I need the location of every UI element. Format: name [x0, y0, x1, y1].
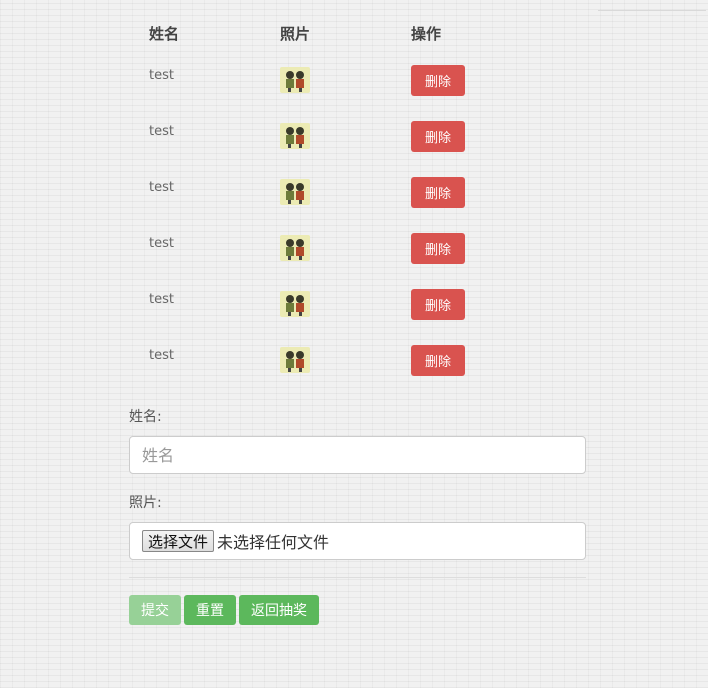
delete-button[interactable]: 删除	[411, 64, 465, 96]
name-label: 姓名:	[129, 409, 162, 425]
name-input[interactable]	[129, 436, 586, 474]
choose-file-button[interactable]: 选择文件	[142, 530, 215, 552]
photo-thumbnail	[280, 123, 310, 149]
photo-thumbnail	[280, 235, 310, 261]
header-action: 操作	[411, 24, 442, 43]
header-photo: 照片	[280, 24, 311, 43]
table-row: test 删除	[129, 164, 491, 220]
photo-thumbnail	[280, 291, 310, 317]
photo-thumbnail	[280, 179, 310, 205]
table-row: test 删除	[129, 220, 491, 276]
back-to-lottery-button[interactable]: 返回抽奖	[239, 595, 319, 625]
delete-button[interactable]: 删除	[411, 288, 465, 320]
delete-button[interactable]: 删除	[411, 120, 465, 152]
reset-button[interactable]: 重置	[184, 595, 236, 625]
row-name: test	[149, 67, 174, 83]
row-name: test	[149, 347, 174, 363]
photo-file-field: 选择文件 未选择任何文件	[129, 522, 586, 560]
top-divider	[598, 10, 706, 11]
row-name: test	[149, 291, 174, 307]
table-row: test 删除	[129, 108, 491, 164]
participants-table: 姓名 照片 操作 test 删除 test 删除 test 删除 test 删除…	[129, 14, 491, 388]
row-name: test	[149, 179, 174, 195]
submit-button[interactable]: 提交	[129, 595, 181, 625]
add-participant-form: 姓名: 照片: 选择文件 未选择任何文件 提交 重置 返回抽奖	[129, 406, 586, 625]
form-divider	[129, 577, 586, 578]
row-name: test	[149, 235, 174, 251]
photo-thumbnail	[280, 67, 310, 93]
delete-button[interactable]: 删除	[411, 344, 465, 376]
photo-label: 照片:	[129, 495, 162, 511]
row-name: test	[149, 123, 174, 139]
table-row: test 删除	[129, 52, 491, 108]
photo-thumbnail	[280, 347, 310, 373]
delete-button[interactable]: 删除	[411, 176, 465, 208]
table-header-row: 姓名 照片 操作	[129, 14, 491, 52]
table-row: test 删除	[129, 276, 491, 332]
delete-button[interactable]: 删除	[411, 232, 465, 264]
file-status: 未选择任何文件	[217, 533, 330, 552]
header-name: 姓名	[149, 24, 180, 43]
form-actions: 提交 重置 返回抽奖	[129, 595, 586, 625]
table-row: test 删除	[129, 332, 491, 388]
